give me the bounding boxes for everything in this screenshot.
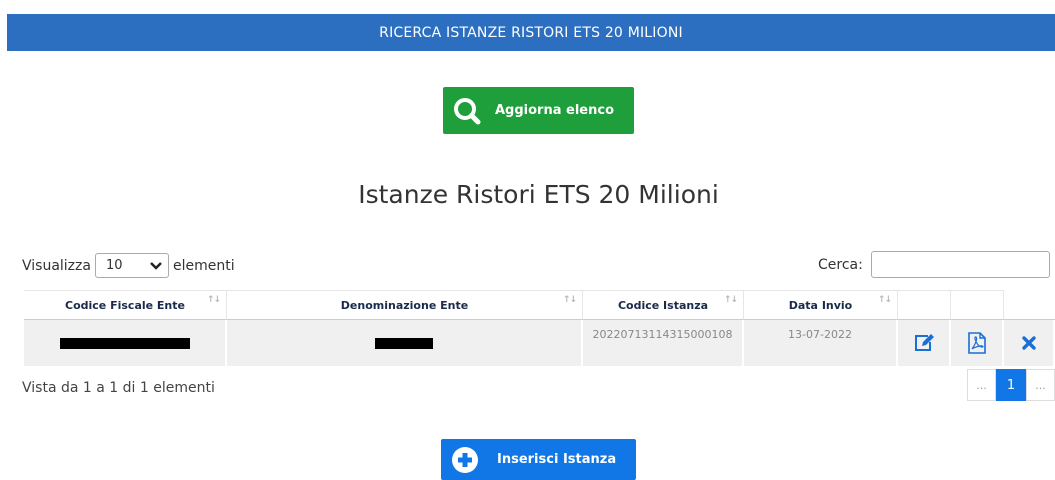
- table-header-row: Codice Fiscale Ente ↑↓ Denominazione Ent…: [24, 290, 1055, 320]
- redacted-block: [59, 338, 190, 349]
- insert-istanza-label: Inserisci Istanza: [497, 452, 617, 467]
- sort-icon: ↑↓: [562, 295, 577, 305]
- page-title: Istanze Ristori ETS 20 Milioni: [358, 180, 719, 209]
- column-header-label: Denominazione Ente: [340, 298, 469, 312]
- search-label: Cerca:: [818, 256, 863, 273]
- cell-denominazione: [227, 320, 583, 366]
- pagination-page-current[interactable]: 1: [996, 369, 1026, 401]
- sort-icon: ↑↓: [877, 295, 892, 305]
- sort-icon: ↑↓: [206, 295, 221, 305]
- table-info: Vista da 1 a 1 di 1 elementi: [22, 380, 215, 396]
- pdf-button[interactable]: [951, 320, 1004, 366]
- show-label: Visualizza: [22, 257, 91, 274]
- sort-icon: ↑↓: [723, 295, 738, 305]
- add-circle-icon: [452, 446, 478, 473]
- pagination: ... 1 ...: [967, 369, 1055, 401]
- column-header-pdf: [951, 290, 1004, 320]
- column-header-label: Data Invio: [788, 298, 853, 312]
- search-icon: [454, 97, 481, 124]
- refresh-list-button[interactable]: Aggiorna elenco: [443, 87, 634, 134]
- column-header-codice-istanza[interactable]: Codice Istanza ↑↓: [583, 290, 744, 320]
- search-input[interactable]: [870, 251, 1050, 278]
- delete-button[interactable]: [1004, 320, 1055, 366]
- cell-codice-fiscale: [24, 320, 227, 366]
- delete-icon: [1021, 336, 1036, 350]
- page-length-value: 10: [105, 258, 123, 273]
- elements-label: elementi: [172, 257, 235, 274]
- column-header-data-invio[interactable]: Data Invio ↑↓: [744, 290, 898, 320]
- edit-button[interactable]: [898, 320, 951, 366]
- cell-data-invio: 13-07-2022: [744, 320, 898, 366]
- chevron-down-icon: [150, 261, 162, 270]
- page-length-select[interactable]: 10: [94, 253, 169, 278]
- pagination-next[interactable]: ...: [1026, 369, 1055, 401]
- column-header-label: Codice Fiscale Ente: [65, 298, 185, 312]
- header-title: RICERCA ISTANZE RISTORI ETS 20 MILIONI: [379, 24, 683, 41]
- edit-icon: [914, 334, 934, 351]
- page-length-control: Visualizza 10 elementi: [22, 253, 235, 278]
- page-header: RICERCA ISTANZE RISTORI ETS 20 MILIONI: [7, 14, 1055, 51]
- redacted-block: [375, 338, 433, 349]
- column-header-edit: [898, 290, 951, 320]
- table-row: 20220713114315000108 13-07-2022: [24, 320, 1055, 366]
- column-header-denominazione[interactable]: Denominazione Ente ↑↓: [227, 290, 583, 320]
- istanze-table: Codice Fiscale Ente ↑↓ Denominazione Ent…: [24, 290, 1055, 366]
- pagination-previous[interactable]: ...: [967, 369, 996, 401]
- insert-istanza-button[interactable]: Inserisci Istanza: [441, 439, 636, 480]
- refresh-list-label: Aggiorna elenco: [495, 103, 615, 118]
- column-header-delete: [1004, 290, 1055, 320]
- table-search: Cerca:: [818, 251, 1050, 278]
- cell-codice-istanza: 20220713114315000108: [583, 320, 744, 366]
- column-header-label: Codice Istanza: [617, 298, 709, 312]
- column-header-codice-fiscale[interactable]: Codice Fiscale Ente ↑↓: [24, 290, 227, 320]
- pdf-icon: [967, 332, 986, 354]
